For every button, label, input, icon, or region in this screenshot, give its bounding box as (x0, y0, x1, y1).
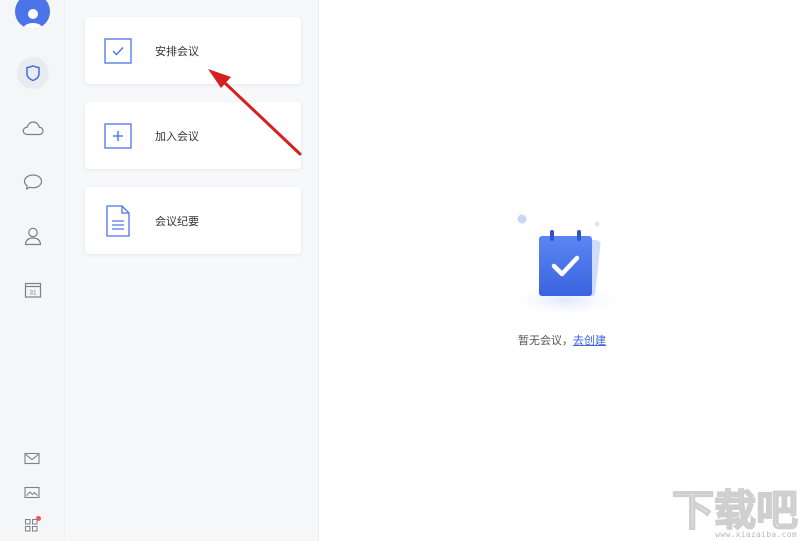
empty-state-message: 暂无会议，去创建 (518, 332, 606, 348)
check-square-icon (103, 36, 133, 66)
join-meeting-label: 加入会议 (155, 130, 199, 143)
calendar-day-label: 31 (29, 290, 37, 297)
user-icon (22, 9, 43, 29)
actions-panel: 安排会议 加入会议 会议纪要 (67, 0, 319, 541)
nav-cloud-button[interactable] (17, 112, 49, 144)
person-icon (24, 227, 42, 246)
empty-calendar-illustration (500, 208, 630, 323)
schedule-meeting-label: 安排会议 (155, 45, 199, 58)
watermark: 下载吧 www.xiazaiba.com (667, 485, 803, 541)
nav-meeting-button[interactable] (17, 57, 49, 89)
watermark-logo: 下载吧 (671, 485, 799, 536)
schedule-meeting-card[interactable]: 安排会议 (85, 17, 301, 84)
notification-dot (36, 516, 41, 521)
meeting-minutes-label: 会议纪要 (155, 215, 199, 228)
nav-calendar-button[interactable]: 31 (17, 274, 49, 306)
icon-rail: 31 (0, 0, 66, 541)
empty-state-text: 暂无会议， (518, 335, 573, 347)
cloud-icon (22, 121, 44, 136)
document-icon (103, 204, 133, 237)
main-content: 暂无会议，去创建 下载吧 www.xiazaiba.com (320, 0, 805, 541)
create-meeting-link[interactable]: 去创建 (573, 335, 606, 347)
svg-text:下载吧: 下载吧 (672, 486, 798, 533)
nav-apps-button[interactable] (23, 516, 41, 534)
watermark-url: www.xiazaiba.com (715, 530, 797, 539)
join-meeting-card[interactable]: 加入会议 (85, 102, 301, 169)
nav-chat-button[interactable] (17, 166, 49, 198)
calendar-icon: 31 (24, 282, 42, 298)
user-avatar[interactable] (15, 0, 50, 29)
mail-icon (24, 452, 40, 464)
nav-image-button[interactable] (23, 483, 41, 501)
meeting-minutes-card[interactable]: 会议纪要 (85, 187, 301, 254)
nav-mail-button[interactable] (23, 449, 41, 467)
image-icon (24, 486, 40, 498)
plus-square-icon (103, 121, 133, 151)
chat-bubble-icon (23, 174, 43, 190)
nav-contacts-button[interactable] (17, 220, 49, 252)
shield-icon (26, 65, 40, 82)
